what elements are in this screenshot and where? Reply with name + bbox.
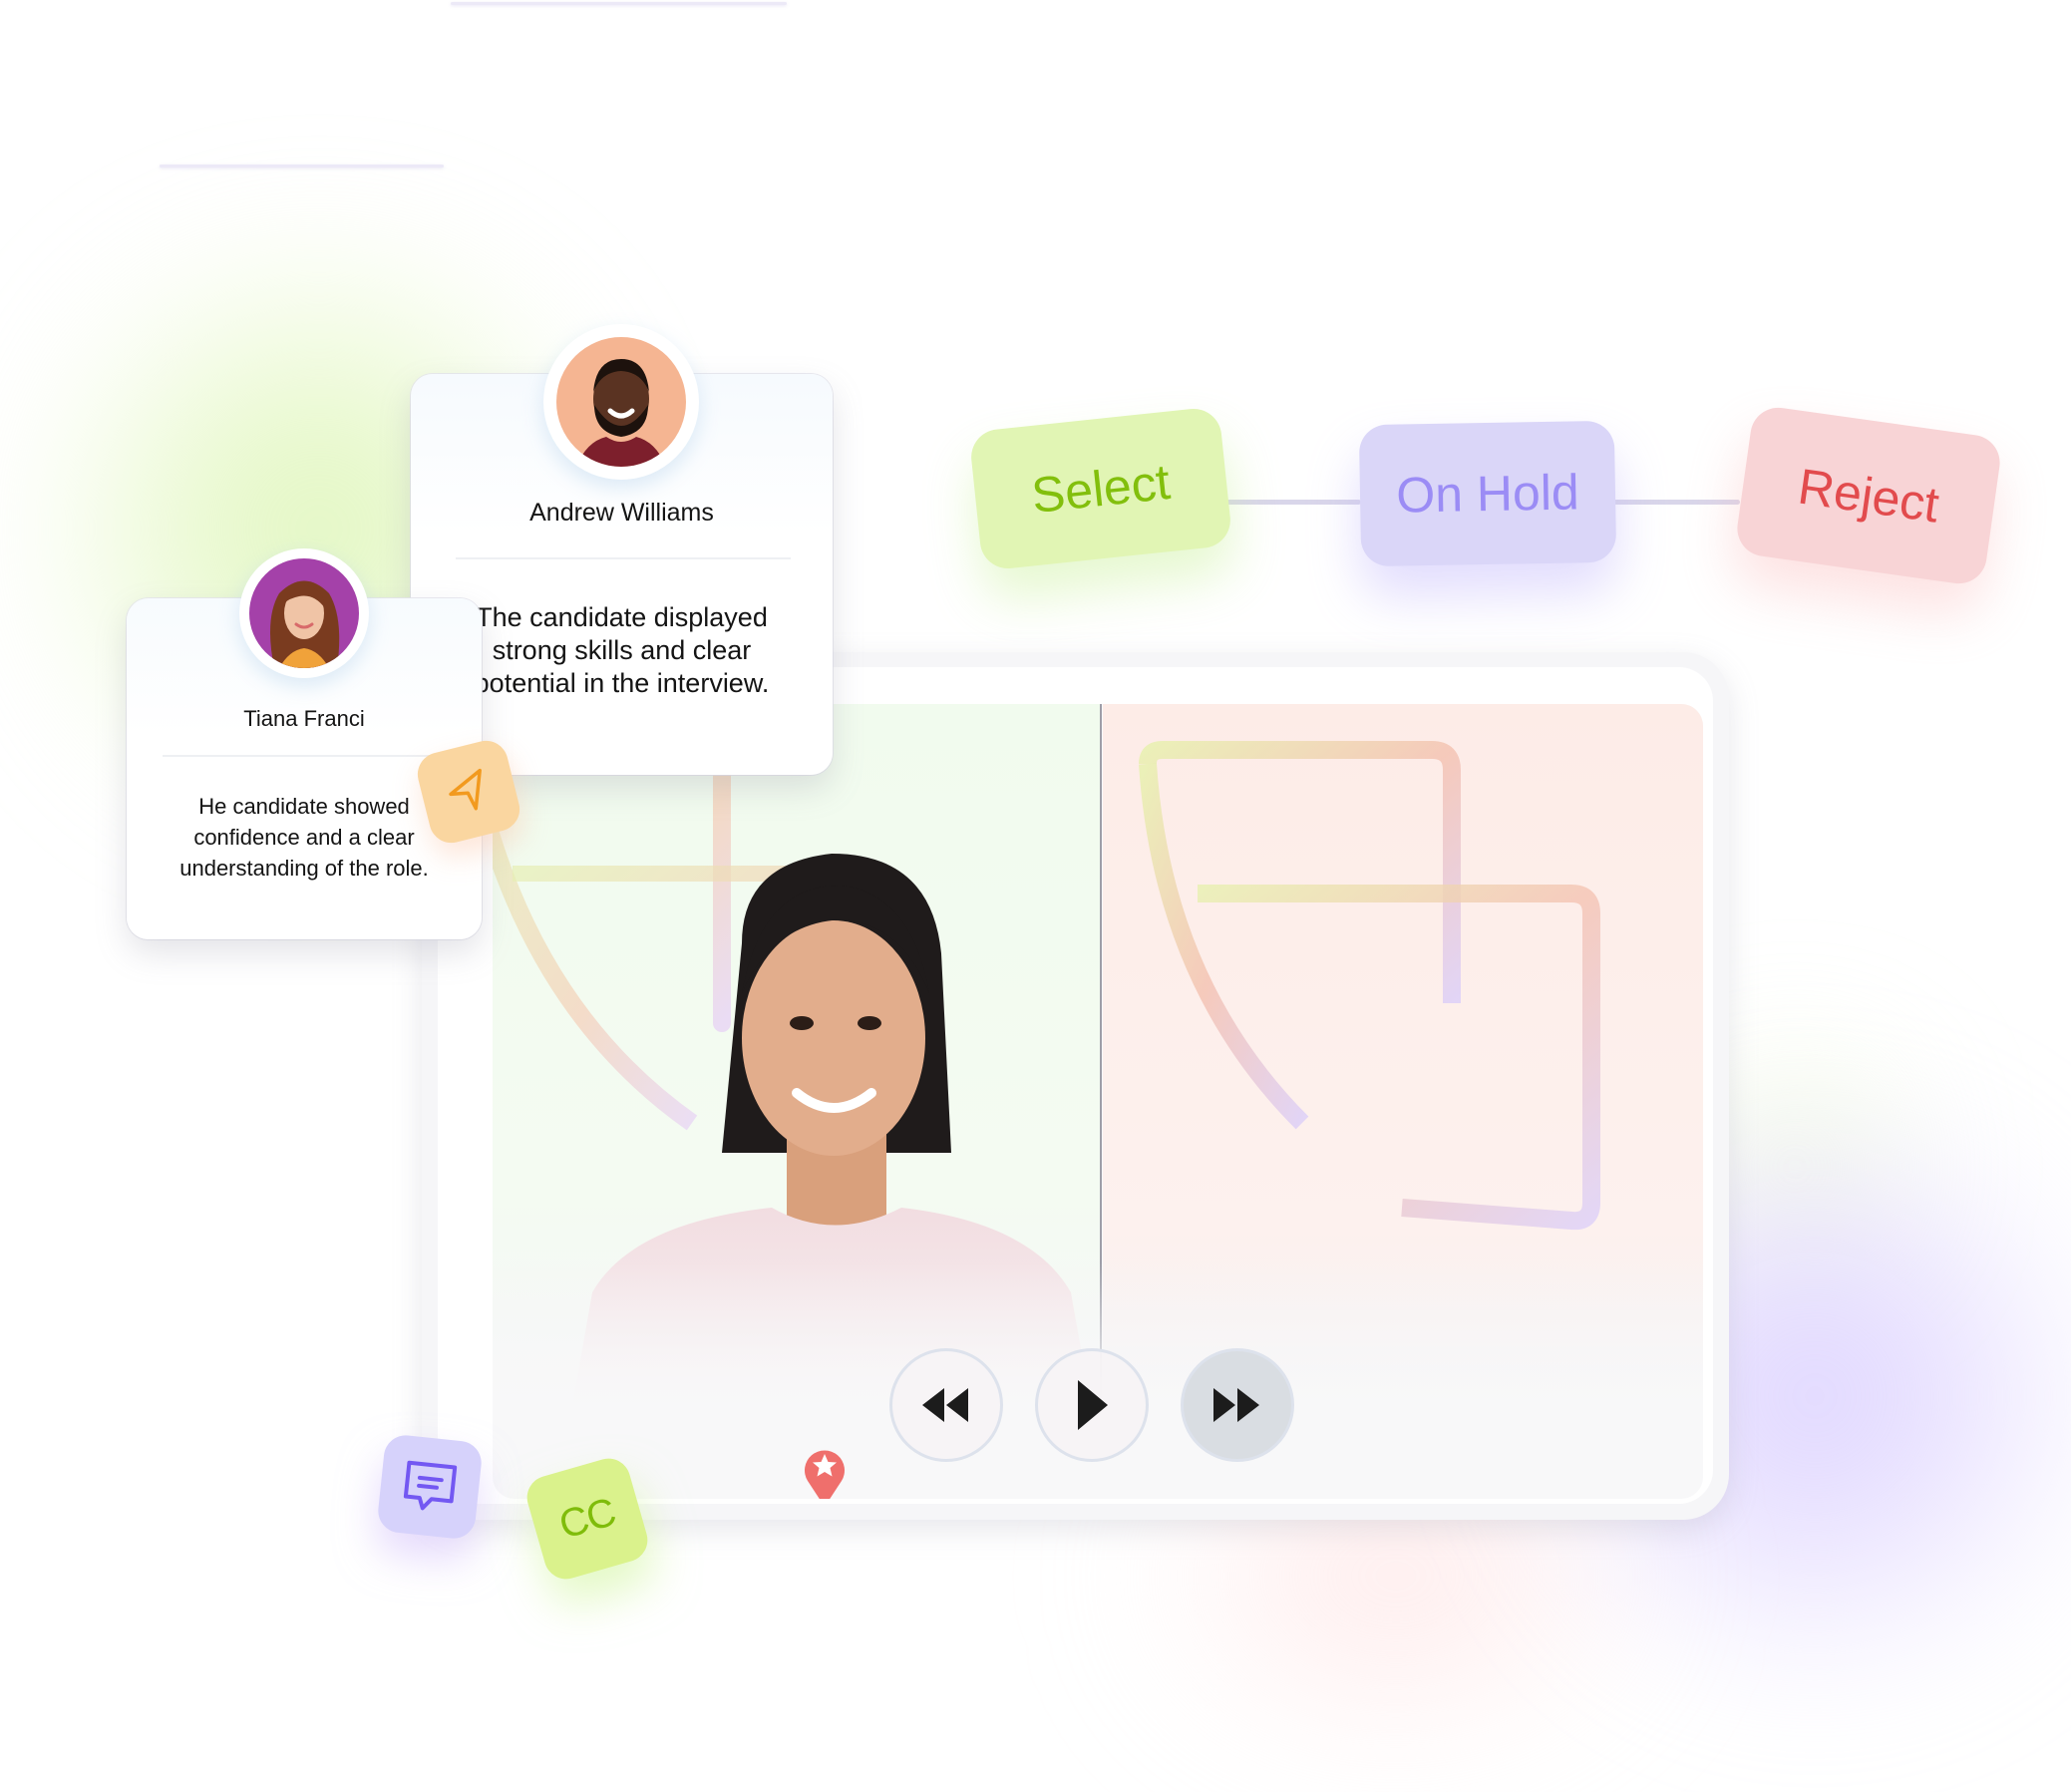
avatar-ring: [543, 324, 699, 480]
on-hold-label: On Hold: [1395, 464, 1580, 524]
avatar-tiana: [249, 558, 359, 668]
fast-forward-icon: [1213, 1388, 1259, 1422]
status-connector: [1221, 500, 1361, 505]
video-player-device: [422, 652, 1729, 1520]
select-button[interactable]: Select: [968, 406, 1233, 571]
avatar-andrew: [556, 337, 686, 467]
card-divider: [456, 557, 791, 559]
play-icon: [1078, 1380, 1108, 1430]
chat-icon: [403, 1460, 458, 1511]
on-hold-button[interactable]: On Hold: [1358, 420, 1617, 567]
decorative-line: [160, 165, 444, 168]
commenter-name: Tiana Franci: [243, 706, 365, 731]
send-icon: [449, 768, 482, 811]
play-button[interactable]: [1035, 1348, 1149, 1462]
fast-forward-button[interactable]: [1181, 1348, 1294, 1462]
commenter-name: Andrew Williams: [529, 499, 714, 527]
star-pin-icon[interactable]: [804, 1445, 846, 1499]
select-label: Select: [1028, 453, 1174, 525]
cc-label: CC: [553, 1489, 620, 1548]
rewind-button[interactable]: [889, 1348, 1003, 1462]
reject-button[interactable]: Reject: [1733, 404, 2004, 587]
reject-label: Reject: [1794, 458, 1943, 534]
status-connector: [1605, 500, 1740, 505]
video-screen: [493, 704, 1703, 1499]
rewind-icon: [922, 1388, 968, 1422]
device-bezel: [438, 667, 1713, 1504]
chat-button[interactable]: [376, 1433, 484, 1541]
decorative-line: [451, 2, 787, 5]
avatar-ring: [239, 548, 369, 678]
